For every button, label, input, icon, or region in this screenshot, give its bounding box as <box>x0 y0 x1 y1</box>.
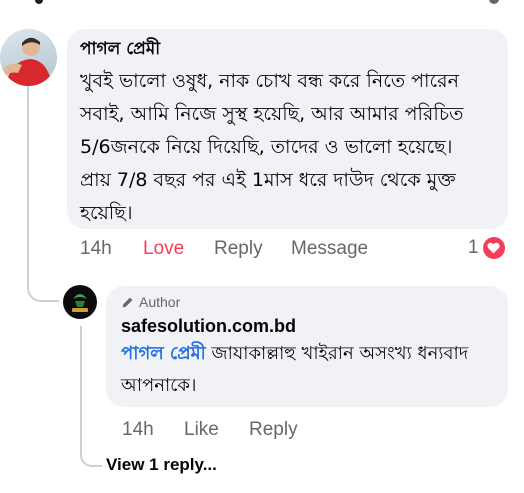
author-badge-label: Author <box>139 294 181 310</box>
author-badge: Author <box>121 294 180 310</box>
safe-logo-icon <box>72 294 88 312</box>
reply-reply-button[interactable]: Reply <box>249 419 298 441</box>
mention-link[interactable]: পাগল প্রেমী <box>121 343 206 364</box>
person-photo-icon <box>2 37 52 86</box>
thread-line-main <box>27 86 59 302</box>
heart-icon <box>482 237 505 259</box>
comment-text: খুবই ভালো ওষুধ, নাক চোখ বন্ধ করে নিতে পা… <box>80 70 464 224</box>
comment-time[interactable]: 14h <box>80 238 112 260</box>
reaction-summary[interactable]: 1 <box>468 237 505 259</box>
pencil-icon <box>122 297 133 307</box>
reply-text-block: পাগল প্রেমী জাযাকাল্লাহু খাইরান অসংখ্য ধ… <box>121 338 501 402</box>
love-reaction-button[interactable]: Love <box>143 238 184 260</box>
thread-line-reply <box>80 326 102 467</box>
comment-author-name[interactable]: পাগল প্রেমী <box>80 36 160 64</box>
reply-bubble: Author safesolution.com.bd পাগল প্রেমী জ… <box>106 286 508 407</box>
cropped-top-dot <box>35 0 43 4</box>
reply-author-name[interactable]: safesolution.com.bd <box>121 316 296 337</box>
view-replies-link[interactable]: View 1 reply... <box>106 455 217 475</box>
reply-actions: 14h Like Reply <box>122 419 422 445</box>
reply-button[interactable]: Reply <box>214 238 263 260</box>
reply-time[interactable]: 14h <box>122 419 154 441</box>
reaction-count: 1 <box>468 237 479 258</box>
commenter-avatar[interactable] <box>0 29 57 86</box>
comment-actions: 14h Love Reply Message <box>80 238 510 264</box>
message-button[interactable]: Message <box>291 238 368 260</box>
cropped-top-more-icon <box>489 0 499 4</box>
page-avatar[interactable] <box>63 285 97 319</box>
like-button[interactable]: Like <box>184 419 219 441</box>
comment-bubble: পাগল প্রেমী খুবই ভালো ওষুধ, নাক চোখ বন্ধ… <box>67 29 508 229</box>
